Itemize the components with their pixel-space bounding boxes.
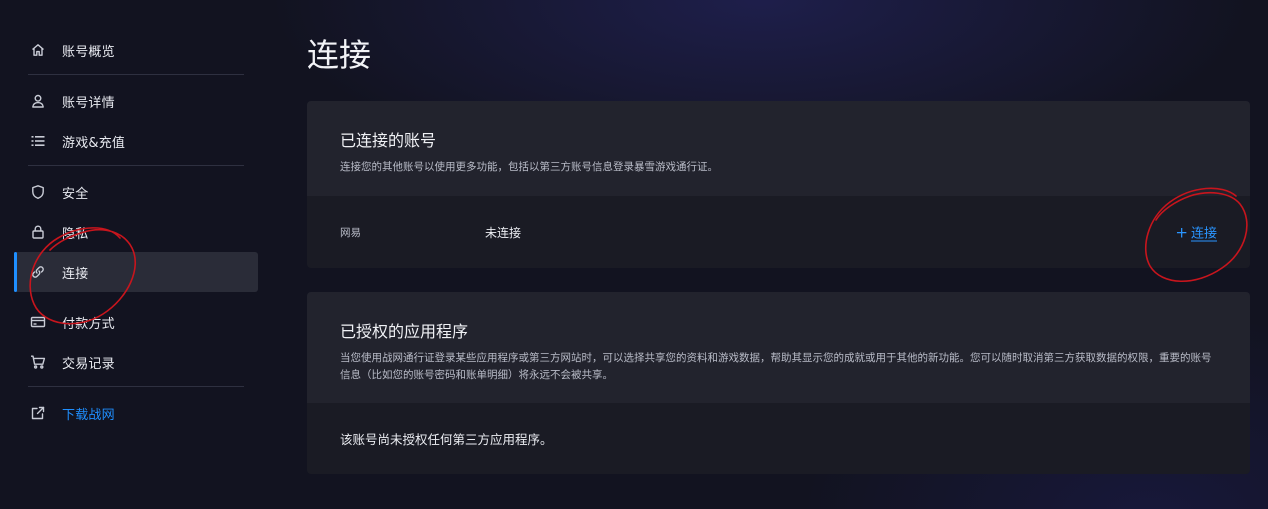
sidebar-item-games-recharge[interactable]: 游戏&充值 xyxy=(14,121,258,161)
provider-status: 未连接 xyxy=(485,225,522,240)
sidebar-item-label: 安全 xyxy=(62,186,89,202)
connected-accounts-title: 已连接的账号 xyxy=(340,131,437,150)
provider-row-netease: 网易 未连接 + 连接 xyxy=(307,196,1250,268)
connect-button[interactable]: + 连接 xyxy=(1175,223,1217,242)
authorized-apps-empty-text: 该账号尚未授权任何第三方应用程序。 xyxy=(340,432,553,447)
sidebar-item-connections[interactable]: 连接 xyxy=(14,252,258,292)
sidebar-item-label: 下载战网 xyxy=(62,407,115,423)
sidebar-item-download-battlenet[interactable]: 下载战网 xyxy=(14,393,258,433)
sidebar-item-transactions[interactable]: 交易记录 xyxy=(14,342,258,382)
connected-accounts-card: 已连接的账号 连接您的其他账号以使用更多功能，包括以第三方账号信息登录暴雪游戏通… xyxy=(307,101,1250,268)
authorized-apps-body: 该账号尚未授权任何第三方应用程序。 xyxy=(307,403,1250,474)
list-icon xyxy=(30,133,46,149)
sidebar-item-label: 连接 xyxy=(62,266,89,282)
lock-icon xyxy=(30,224,46,240)
provider-name: 网易 xyxy=(340,226,361,239)
cart-icon xyxy=(30,354,46,370)
sidebar-item-label: 账号详情 xyxy=(62,95,115,111)
sidebar: 账号概览 账号详情 游戏&充值 安全 隐私 连接 付款方式 交易记录 下载战网 xyxy=(14,30,258,433)
credit-card-icon xyxy=(30,314,46,330)
shield-icon xyxy=(30,184,46,200)
user-icon xyxy=(30,93,46,109)
link-icon xyxy=(30,264,46,280)
plus-icon: + xyxy=(1175,223,1188,241)
sidebar-item-label: 游戏&充值 xyxy=(62,135,126,151)
sidebar-item-label: 交易记录 xyxy=(62,356,115,372)
home-icon xyxy=(30,42,46,58)
sidebar-item-label: 付款方式 xyxy=(62,316,115,332)
page-title: 连接 xyxy=(307,36,372,74)
connected-accounts-description: 连接您的其他账号以使用更多功能，包括以第三方账号信息登录暴雪游戏通行证。 xyxy=(340,161,718,173)
sidebar-divider xyxy=(28,74,244,75)
connected-accounts-header: 已连接的账号 连接您的其他账号以使用更多功能，包括以第三方账号信息登录暴雪游戏通… xyxy=(307,101,1250,196)
sidebar-item-security[interactable]: 安全 xyxy=(14,172,258,212)
authorized-apps-card: 已授权的应用程序 当您使用战网通行证登录某些应用程序或第三方网站时，可以选择共享… xyxy=(307,292,1250,474)
external-link-icon xyxy=(30,405,46,421)
sidebar-item-payment-methods[interactable]: 付款方式 xyxy=(14,302,258,342)
sidebar-item-label: 隐私 xyxy=(62,226,89,242)
connect-button-label: 连接 xyxy=(1190,226,1217,242)
sidebar-divider xyxy=(28,165,244,166)
sidebar-item-account-details[interactable]: 账号详情 xyxy=(14,81,258,121)
sidebar-divider xyxy=(28,386,244,387)
sidebar-item-account-overview[interactable]: 账号概览 xyxy=(14,30,258,70)
sidebar-item-privacy[interactable]: 隐私 xyxy=(14,212,258,252)
sidebar-item-label: 账号概览 xyxy=(62,44,115,60)
authorized-apps-description: 当您使用战网通行证登录某些应用程序或第三方网站时，可以选择共享您的资料和游戏数据… xyxy=(340,352,1212,381)
authorized-apps-header: 已授权的应用程序 当您使用战网通行证登录某些应用程序或第三方网站时，可以选择共享… xyxy=(307,292,1250,403)
authorized-apps-title: 已授权的应用程序 xyxy=(340,322,469,341)
